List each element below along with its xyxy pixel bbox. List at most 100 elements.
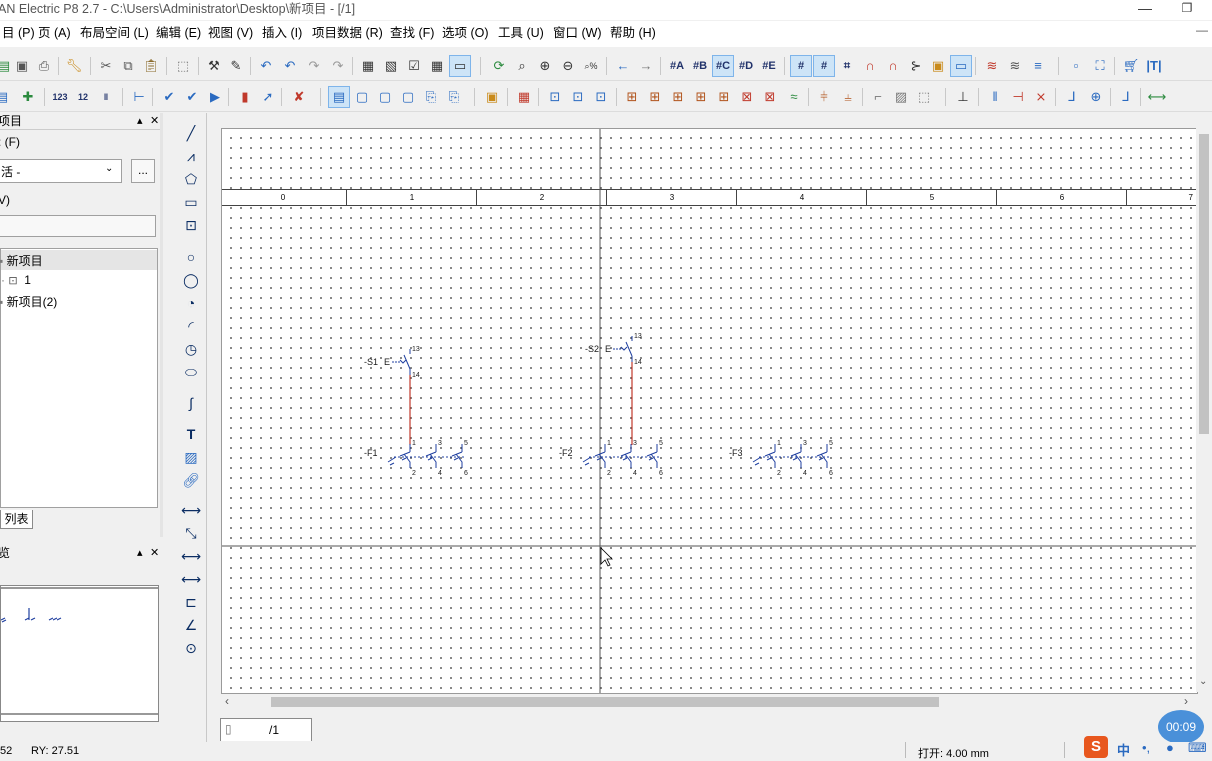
check-icon[interactable]: ☑ [404, 56, 424, 76]
connect-b-icon[interactable]: ⊣ [1008, 87, 1028, 107]
dimension-aligned-icon[interactable]: ⤡ [180, 523, 202, 543]
menu-project[interactable]: 目 (P) [0, 21, 37, 45]
scroll-left-icon[interactable]: ‹ [225, 694, 229, 708]
cut-icon[interactable]: ✂ [96, 56, 116, 76]
connect-a-icon[interactable]: ‖ [985, 87, 1005, 107]
snap-grid-icon[interactable]: # [813, 55, 835, 77]
redo-list-icon[interactable]: ↷ [328, 56, 348, 76]
vertical-scroll-thumb[interactable] [1199, 134, 1209, 434]
page-d-icon[interactable]: ▢ [398, 87, 418, 107]
page-e-icon[interactable]: ⎘ [421, 87, 441, 107]
zoom-out-icon[interactable]: ⊖ [558, 56, 578, 76]
filter-dropdown[interactable]: 活 - ⌄ [0, 159, 122, 183]
magnet-icon[interactable]: ∩ [860, 56, 880, 76]
terminal-a-icon[interactable]: ⊞ [622, 87, 642, 107]
refresh-icon[interactable]: ⟳ [489, 56, 509, 76]
terminal-g-icon[interactable]: ⊠ [760, 87, 780, 107]
macro-icon[interactable]: ▣ [482, 87, 502, 107]
line-icon[interactable]: ╱ [180, 123, 202, 143]
ime-punct-icon[interactable]: •, [1142, 740, 1150, 755]
undo-list-icon[interactable]: ↶ [280, 56, 300, 76]
potential-a-icon[interactable]: ⌐ [868, 87, 888, 107]
grid-e-icon[interactable]: #E [759, 56, 779, 76]
close-icon[interactable]: ✕ [150, 545, 159, 561]
mdi-minimize-icon[interactable]: — [1196, 23, 1208, 37]
page-a-icon[interactable]: ▤ [328, 86, 350, 108]
cable-b-icon[interactable]: ⫨ [838, 87, 858, 107]
breaker-f2[interactable]: -F2 1 3 5 2 4 6 [559, 440, 663, 477]
zoom-window-icon[interactable]: ⌕ [512, 56, 532, 76]
potential-c-icon[interactable]: ⬚ [914, 87, 934, 107]
dimension-baseline-icon[interactable]: ⊏ [180, 592, 202, 612]
breaker-f1[interactable]: -F1 1 3 5 2 4 6 [364, 440, 468, 477]
zoom-in-icon[interactable]: ⊕ [535, 56, 555, 76]
fit-icon[interactable]: ⛶ [1090, 56, 1110, 76]
list-icon[interactable]: ▤ [0, 87, 12, 107]
horizontal-scrollbar[interactable]: ‹ › [221, 694, 1196, 710]
menu-project-data[interactable]: 项目数据 (R) [310, 21, 385, 45]
cross-ref-icon[interactable]: ⊢ [129, 87, 149, 107]
arc-3pt-icon[interactable]: ◜ [180, 316, 202, 336]
check-project-icon[interactable]: ✔ [159, 87, 179, 107]
grid-d-icon[interactable]: #D [736, 56, 756, 76]
grid-b-icon[interactable]: #B [690, 56, 710, 76]
switch-s1[interactable]: -S1 E 13 14 [364, 346, 420, 445]
message-icon[interactable]: ▮ [235, 87, 255, 107]
ruler-icon[interactable]: ▭ [950, 55, 972, 77]
circle-icon[interactable]: ○ [180, 247, 202, 267]
microphone-icon[interactable]: ● [1166, 740, 1174, 755]
delete-x-icon[interactable]: ✘ [289, 87, 309, 107]
dimension-angle-icon[interactable]: ∠ [180, 615, 202, 635]
terminal-h-icon[interactable]: ≈ [784, 87, 804, 107]
tree-item-page[interactable]: · ⊡ 1 [1, 273, 31, 287]
wire-c-icon[interactable]: ≡ [1028, 56, 1048, 76]
scroll-right-icon[interactable]: › [1184, 694, 1188, 708]
terminal-b-icon[interactable]: ⊞ [645, 87, 665, 107]
value-input[interactable] [0, 215, 156, 237]
cable-a-icon[interactable]: ⫩ [814, 87, 834, 107]
angle-b-icon[interactable]: ⊕ [1086, 87, 1106, 107]
save-icon[interactable]: ▣ [12, 56, 32, 76]
arc-icon[interactable]: ◔ [180, 293, 202, 313]
graphic-preview-icon[interactable]: ▧ [381, 56, 401, 76]
interrupt-icon[interactable]: ⟷ [1147, 87, 1167, 107]
spline-icon[interactable]: ∫ [180, 393, 202, 413]
menu-view[interactable]: 视图 (V) [206, 21, 255, 45]
puzzle-icon[interactable]: ✚ [18, 87, 38, 107]
check-page-icon[interactable]: ✔ [182, 87, 202, 107]
wire-a-icon[interactable]: ≋ [982, 56, 1002, 76]
magnet-object-icon[interactable]: ∩ [883, 56, 903, 76]
print-icon[interactable]: ⎙ [34, 56, 54, 76]
busbar-icon[interactable]: ⊥ [953, 87, 973, 107]
filter-more-button[interactable]: ... [131, 159, 155, 183]
menu-tools[interactable]: 工具 (U) [496, 21, 546, 45]
terminal-e-icon[interactable]: ⊞ [714, 87, 734, 107]
rounded-rect-icon[interactable]: ⊡ [180, 215, 202, 235]
redo-icon[interactable]: ↷ [304, 56, 324, 76]
dimension-increment-icon[interactable]: ⟷ [180, 569, 202, 589]
menu-insert[interactable]: 插入 (I) [260, 21, 304, 45]
check-arrow-icon[interactable]: ▶ [205, 87, 225, 107]
forward-icon[interactable]: → [636, 56, 656, 76]
grid-display-icon[interactable]: # [790, 55, 812, 77]
minimize-button[interactable]: — [1130, 0, 1160, 18]
menu-window[interactable]: 窗口 (W) [551, 21, 604, 45]
plc-icon[interactable]: ▦ [514, 87, 534, 107]
wire-b-icon[interactable]: ≋ [1005, 56, 1025, 76]
page-b-icon[interactable]: ▢ [352, 87, 372, 107]
jump-icon[interactable]: ➚ [258, 87, 278, 107]
frame-icon[interactable]: ▣ [928, 56, 948, 76]
menu-edit[interactable]: 编辑 (E) [154, 21, 203, 45]
format-painter-icon[interactable]: ⚒ [204, 56, 224, 76]
page-f-icon[interactable]: ⎘ [444, 87, 464, 107]
dimension-linear-icon[interactable]: ⟷ [180, 500, 202, 520]
tab-list[interactable]: 列表 [0, 510, 33, 529]
keyboard-icon[interactable]: ⌨ [1188, 740, 1207, 756]
menu-find[interactable]: 查找 (F) [388, 21, 436, 45]
rectangle-icon[interactable]: ▭ [180, 192, 202, 212]
ellipse-icon[interactable]: ⬭ [180, 362, 202, 382]
device-c-icon[interactable]: ⊡ [591, 87, 611, 107]
brush-icon[interactable]: ✎ [226, 56, 246, 76]
ime-language[interactable]: 中 [1117, 740, 1130, 759]
restore-button[interactable]: ❐ [1172, 0, 1202, 18]
